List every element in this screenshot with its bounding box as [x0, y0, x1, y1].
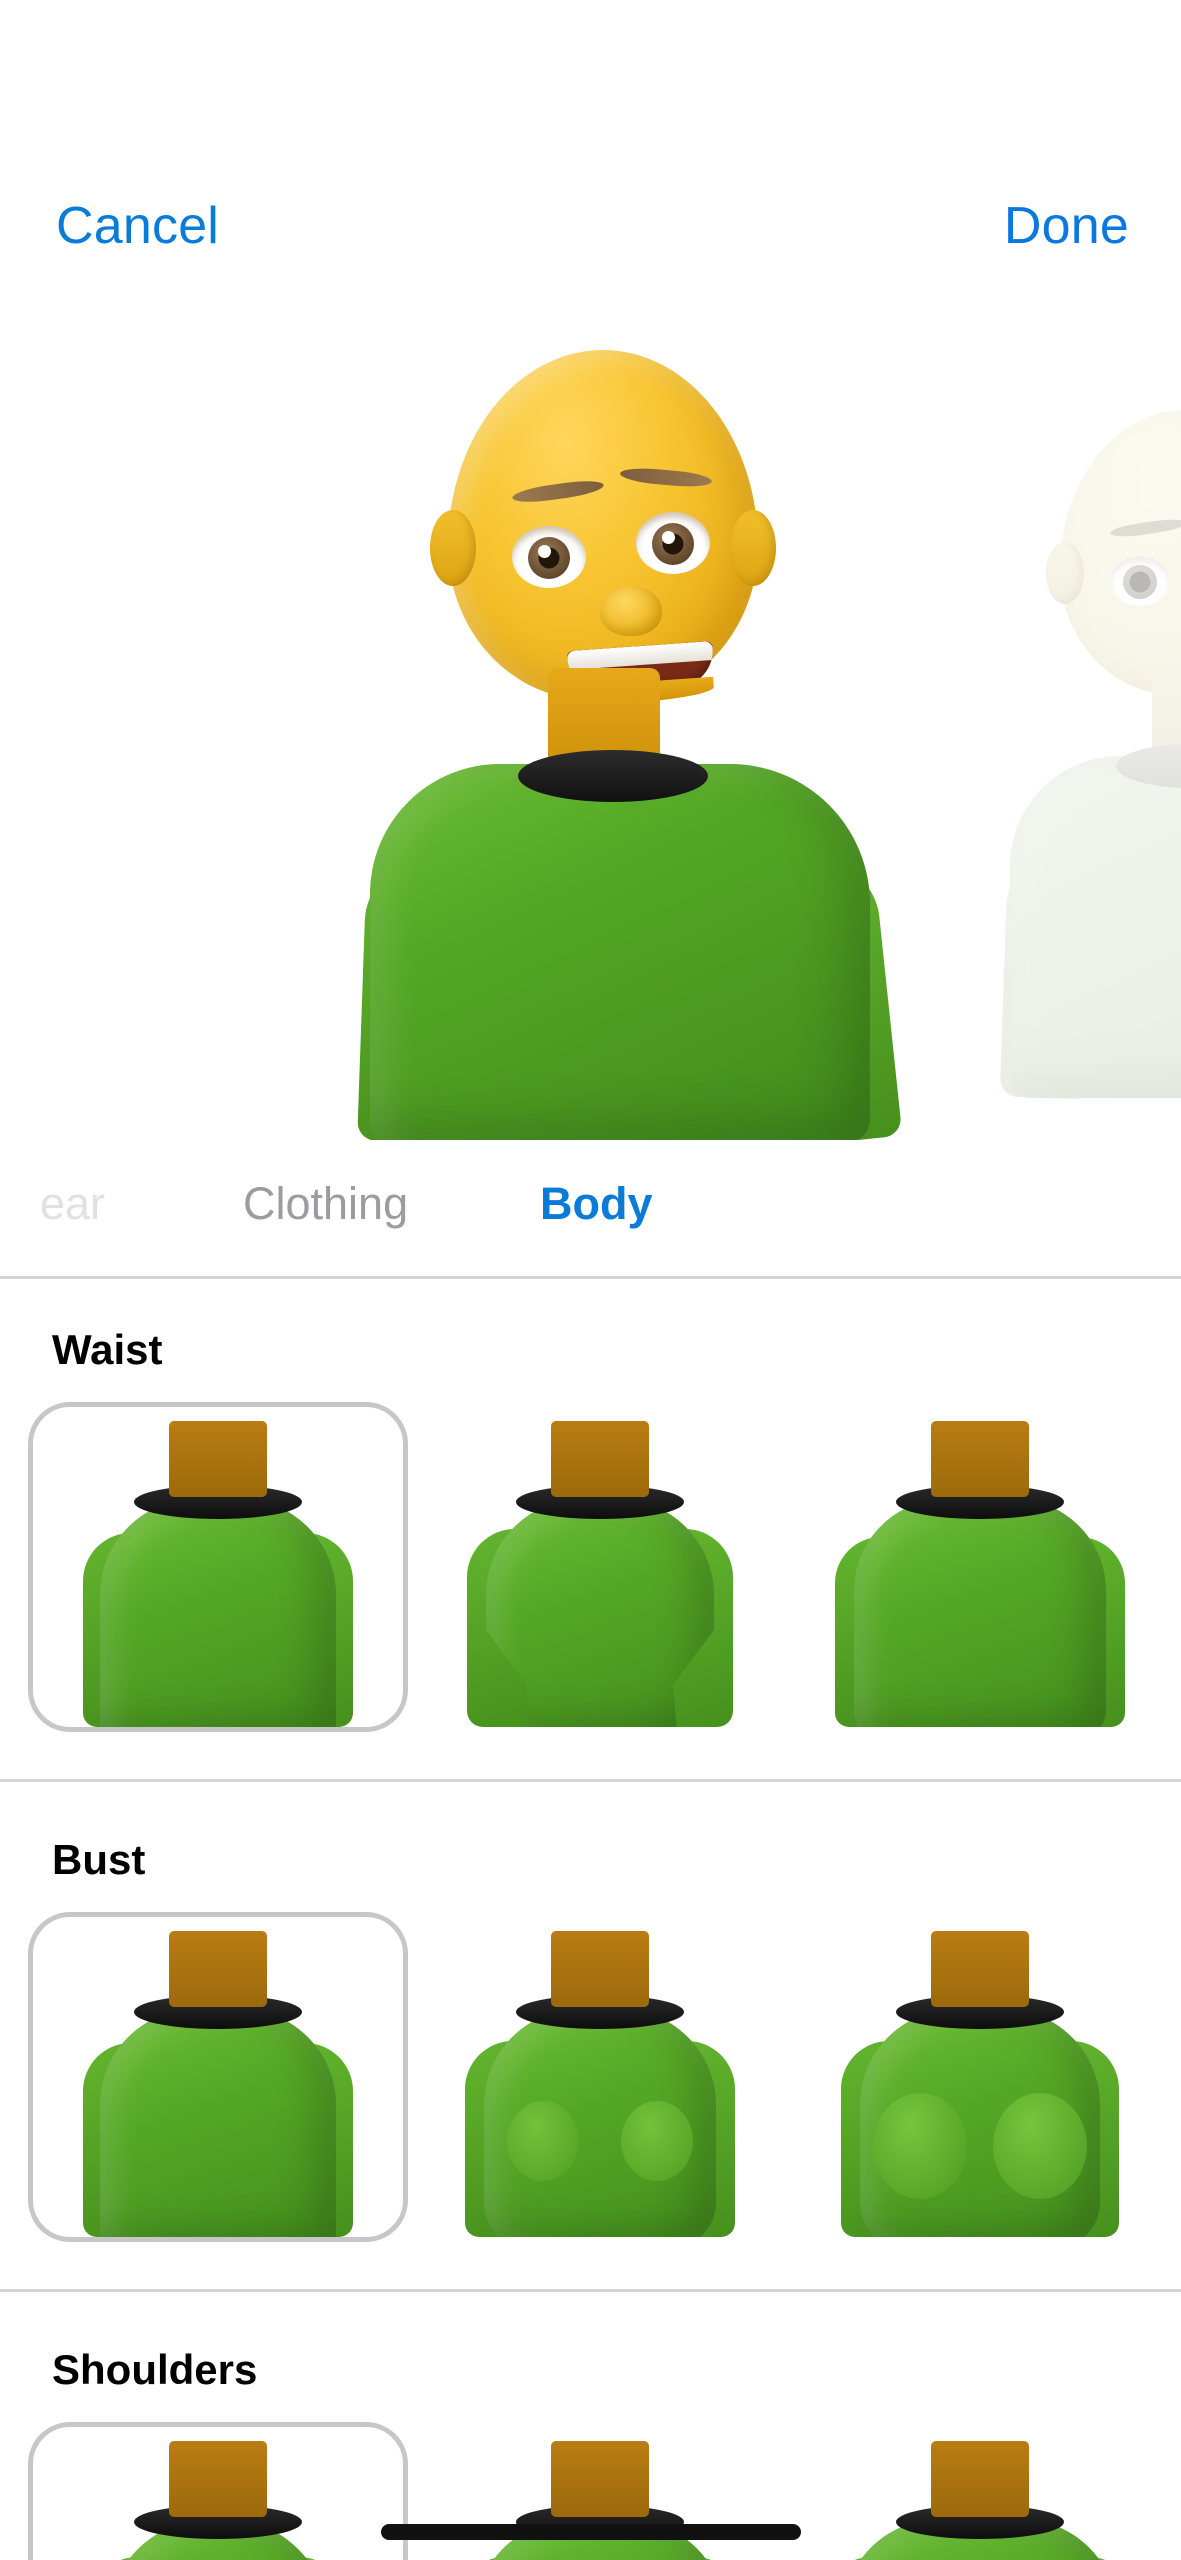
section-title-bust: Bust — [52, 1836, 146, 1883]
option-waist-0[interactable] — [28, 1402, 408, 1732]
section-title-shoulders: Shoulders — [52, 2346, 258, 2393]
thumb-neck — [551, 2441, 649, 2517]
option-shoulders-0[interactable] — [28, 2422, 408, 2560]
avatar-collar — [518, 750, 708, 802]
section-bust: Bust — [0, 1836, 1181, 2292]
options-row-waist — [0, 1402, 1181, 1732]
option-bust-0[interactable] — [28, 1912, 408, 2242]
avatar-eyebrow-right — [619, 466, 713, 489]
avatar-eyebrow-left — [511, 477, 605, 506]
avatar-eye-glint-right — [662, 530, 676, 544]
navigation-bar: Cancel Done — [0, 0, 1181, 300]
thumb-neck — [551, 1931, 649, 2007]
thumb-neck — [931, 1421, 1029, 1497]
next-avatar-head — [1046, 410, 1181, 695]
avatar-preview-carousel[interactable] — [0, 300, 1181, 1140]
thumb-bust-right — [993, 2093, 1087, 2199]
avatar-head — [430, 350, 776, 708]
category-tab-bar: ear Clothing Body — [0, 1140, 1181, 1279]
avatar-iris-left — [528, 537, 570, 580]
thumb-neck — [931, 1931, 1029, 2007]
avatar-iris-right — [652, 523, 694, 566]
avatar-eye-glint-left — [538, 544, 552, 558]
done-button[interactable]: Done — [1004, 196, 1129, 256]
thumb-bust-1 — [415, 1917, 785, 2237]
tab-bar-divider — [0, 1276, 1181, 1279]
option-shoulders-2[interactable] — [790, 2422, 1170, 2560]
thumb-neck — [169, 2441, 267, 2517]
section-title-waist: Waist — [52, 1326, 163, 1373]
avatar-shirt — [370, 764, 870, 1140]
avatar-eye-right — [636, 512, 710, 574]
home-indicator[interactable] — [380, 2524, 801, 2540]
option-waist-2[interactable] — [790, 1402, 1170, 1732]
thumb-bust-0 — [33, 1917, 403, 2237]
thumb-waist-0 — [33, 1407, 403, 1727]
next-avatar-torso — [999, 738, 1181, 1100]
memoji-avatar-next-preview[interactable] — [999, 410, 1181, 1110]
cancel-button[interactable]: Cancel — [56, 196, 219, 256]
next-avatar-eye-left — [1110, 556, 1170, 606]
thumb-shoulders-1 — [415, 2427, 785, 2560]
tab-clothing[interactable]: Clothing — [243, 1178, 408, 1230]
avatar-ear-left-icon — [430, 510, 476, 586]
thumb-body — [854, 1499, 1106, 1727]
section-divider-bust — [0, 2289, 1181, 2292]
avatar-torso — [357, 742, 903, 1140]
section-waist: Waist — [0, 1326, 1181, 1782]
section-divider-waist — [0, 1779, 1181, 1782]
thumb-body — [100, 2009, 336, 2237]
next-avatar-eyebrow-left — [1109, 516, 1181, 540]
thumb-shoulders-0 — [33, 2427, 403, 2560]
next-avatar-ear-left-icon — [1046, 542, 1084, 604]
thumb-neck — [169, 1421, 267, 1497]
thumb-bust-2 — [795, 1917, 1165, 2237]
avatar-nose — [600, 586, 662, 636]
memoji-avatar-preview[interactable] — [357, 350, 903, 1140]
options-row-bust — [0, 1912, 1181, 2242]
next-avatar-pupil-left — [1129, 571, 1151, 593]
avatar-teeth — [566, 640, 714, 671]
option-bust-2[interactable] — [790, 1912, 1170, 2242]
tab-headwear[interactable]: ear — [40, 1178, 105, 1230]
thumb-neck — [931, 2441, 1029, 2517]
next-avatar-shirt — [1010, 756, 1181, 1098]
avatar-eye-left — [512, 526, 586, 588]
thumb-waist-1 — [415, 1407, 785, 1727]
thumb-neck — [169, 1931, 267, 2007]
avatar-ear-right-icon — [730, 510, 776, 586]
memoji-editor-screen: Cancel Done ear Clothing Body Waist Bust… — [0, 0, 1181, 2560]
option-waist-1[interactable] — [410, 1402, 790, 1732]
thumb-bust-left — [873, 2093, 967, 2199]
thumb-waist-2 — [795, 1407, 1165, 1727]
thumb-neck — [551, 1421, 649, 1497]
thumb-shoulders-2 — [795, 2427, 1165, 2560]
thumb-bust-left — [507, 2101, 579, 2181]
thumb-bust-right — [621, 2101, 693, 2181]
tab-body[interactable]: Body — [540, 1178, 653, 1230]
thumb-body — [100, 1499, 336, 1727]
option-bust-1[interactable] — [410, 1912, 790, 2242]
next-avatar-iris-left — [1123, 565, 1157, 599]
